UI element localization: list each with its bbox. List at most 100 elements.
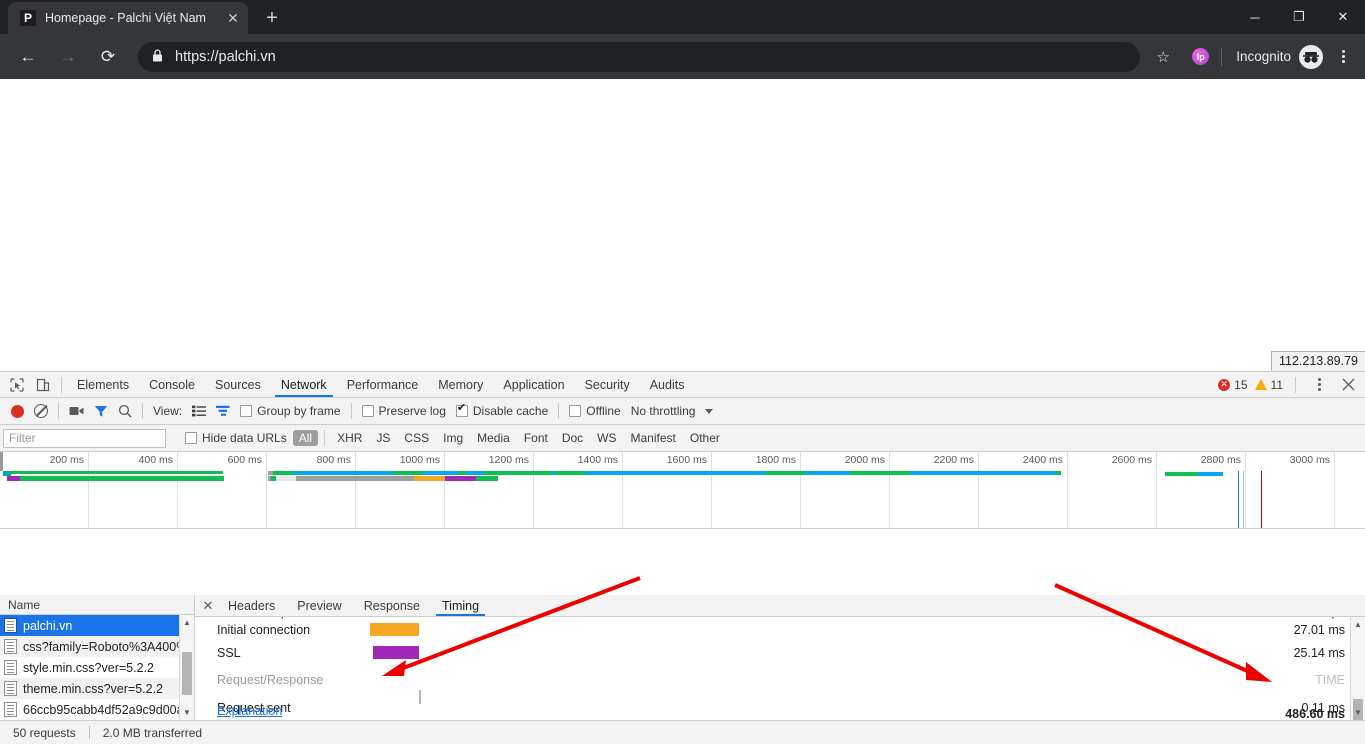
browser-tab[interactable]: P Homepage - Palchi Việt Nam ✕	[8, 2, 248, 34]
name-column-header[interactable]: Name	[0, 595, 194, 615]
bookmark-star-icon[interactable]: ☆	[1148, 42, 1178, 72]
tab-close-icon[interactable]: ✕	[224, 9, 242, 27]
filter-type-other[interactable]: Other	[684, 430, 726, 446]
tab-memory[interactable]: Memory	[428, 372, 493, 397]
throttling-select[interactable]: No throttling	[626, 398, 701, 424]
back-icon[interactable]: ←	[12, 41, 44, 73]
filter-input[interactable]: Filter	[3, 428, 166, 448]
page-viewport: 112.213.89.79	[0, 79, 1365, 371]
tick-label: 1200 ms	[488, 454, 529, 466]
detail-scroll-down-icon[interactable]: ▼	[1351, 705, 1365, 720]
offline-checkbox[interactable]: Offline	[564, 398, 625, 424]
explanation-link[interactable]: Explanation	[217, 704, 282, 718]
tick-label: 1800 ms	[755, 454, 796, 466]
extension-icon[interactable]: lp	[1192, 48, 1210, 65]
timing-total-value: 486.60 ms	[1285, 707, 1345, 720]
tab-security[interactable]: Security	[575, 372, 640, 397]
throttling-caret[interactable]	[700, 398, 718, 424]
detail-close-icon[interactable]: ✕	[199, 595, 217, 616]
preserve-log-checkbox[interactable]: Preserve log	[357, 398, 451, 424]
tick-label: 3000 ms	[1289, 454, 1330, 466]
detail-scroll-up-icon[interactable]: ▲	[1351, 617, 1365, 632]
request-list[interactable]: palchi.vn css?family=Roboto%3A400%. styl…	[0, 615, 194, 720]
toggle-device-toolbar-icon[interactable]	[30, 372, 56, 397]
disable-cache-box	[455, 403, 468, 417]
funnel-icon	[94, 405, 108, 417]
filter-type-ws[interactable]: WS	[591, 430, 622, 446]
tab-audits[interactable]: Audits	[640, 372, 695, 397]
toolbar-divider-1	[58, 403, 59, 419]
search-button[interactable]	[113, 398, 137, 424]
warning-count-badge[interactable]: 11	[1254, 378, 1283, 392]
document-icon	[4, 702, 17, 717]
filter-toggle-button[interactable]	[89, 398, 113, 424]
tab-response[interactable]: Response	[353, 595, 431, 616]
list-item[interactable]: css?family=Roboto%3A400%.	[0, 636, 194, 657]
clear-button[interactable]	[29, 398, 53, 424]
filter-type-img[interactable]: Img	[437, 430, 469, 446]
filter-type-js[interactable]: JS	[370, 430, 396, 446]
filter-type-css[interactable]: CSS	[398, 430, 435, 446]
record-button[interactable]	[6, 398, 29, 424]
view-list-button[interactable]	[187, 398, 211, 424]
tab-response-label: Response	[363, 598, 421, 613]
tab-headers[interactable]: Headers	[217, 595, 286, 616]
scroll-up-arrow-icon[interactable]: ▲	[180, 615, 194, 630]
new-tab-button[interactable]: +	[258, 4, 286, 32]
timing-scrollbar[interactable]: ▲ ▼	[1350, 617, 1365, 744]
tab-timing[interactable]: Timing	[431, 595, 490, 616]
window-controls: ─ ❐ ✕	[1233, 0, 1365, 34]
tab-console[interactable]: Console	[139, 372, 205, 397]
error-count-badge[interactable]: ✕ 15	[1218, 378, 1248, 392]
devtools-close-icon[interactable]	[1335, 372, 1361, 397]
scroll-down-arrow-icon[interactable]: ▼	[180, 705, 194, 720]
filter-type-xhr[interactable]: XHR	[331, 430, 368, 446]
filter-type-all[interactable]: All	[292, 430, 319, 446]
filter-type-manifest[interactable]: Manifest	[625, 430, 682, 446]
filter-type-media[interactable]: Media	[471, 430, 516, 446]
reload-icon[interactable]: ⟳	[92, 41, 124, 73]
tab-application[interactable]: Application	[493, 372, 574, 397]
lock-icon	[152, 48, 163, 65]
devtools-menu-icon[interactable]	[1305, 371, 1333, 399]
view-waterfall-button[interactable]	[211, 398, 235, 424]
forward-icon[interactable]: →	[52, 41, 84, 73]
hide-data-urls-checkbox[interactable]: Hide data URLs	[180, 425, 292, 451]
tab-console-label: Console	[149, 377, 195, 392]
inspect-element-icon[interactable]	[4, 372, 30, 397]
group-by-frame-checkbox[interactable]: Group by frame	[235, 398, 345, 424]
hide-data-urls-label: Hide data URLs	[202, 431, 287, 445]
request-name: palchi.vn	[23, 618, 73, 633]
minimize-button[interactable]: ─	[1233, 0, 1277, 34]
network-overview-timeline[interactable]: 200 ms 400 ms 600 ms 800 ms 1000 ms 1200…	[0, 452, 1365, 529]
tab-sources[interactable]: Sources	[205, 372, 271, 397]
list-item[interactable]: palchi.vn	[0, 615, 194, 636]
browser-toolbar: ← → ⟳ https://palchi.vn ☆ lp Incognito	[0, 34, 1365, 79]
tabbar-divider	[61, 376, 62, 393]
incognito-indicator[interactable]: Incognito	[1236, 44, 1323, 69]
list-item[interactable]: theme.min.css?ver=5.2.2	[0, 678, 194, 699]
browser-menu-icon[interactable]	[1329, 43, 1357, 71]
tab-performance-label: Performance	[346, 377, 419, 392]
list-item[interactable]: 66ccb95cabb4df52a9c9d00a.	[0, 699, 194, 720]
timing-time-header: TIME	[1315, 673, 1345, 687]
tab-performance[interactable]: Performance	[337, 372, 429, 397]
capture-screenshots-button[interactable]	[64, 398, 89, 424]
scrollbar-thumb[interactable]	[182, 652, 192, 695]
tick-label: 1600 ms	[666, 454, 707, 466]
address-bar[interactable]: https://palchi.vn	[138, 41, 1141, 72]
timing-row-ssl: SSL 25.14 ms	[195, 641, 1365, 664]
window-close-button[interactable]: ✕	[1321, 0, 1365, 34]
tab-preview[interactable]: Preview	[286, 595, 352, 616]
timing-value: 25.14 ms	[1293, 645, 1345, 660]
timing-label: SSL	[217, 645, 241, 660]
disable-cache-checkbox[interactable]: Disable cache	[451, 398, 553, 424]
maximize-button[interactable]: ❐	[1277, 0, 1321, 34]
filter-type-doc[interactable]: Doc	[556, 430, 589, 446]
list-item[interactable]: style.min.css?ver=5.2.2	[0, 657, 194, 678]
filter-type-font[interactable]: Font	[518, 430, 554, 446]
tab-network[interactable]: Network	[271, 372, 337, 397]
devtools-panel: Elements Console Sources Network Perform…	[0, 371, 1365, 744]
request-list-scrollbar[interactable]: ▲ ▼	[179, 615, 194, 720]
tab-elements[interactable]: Elements	[67, 372, 139, 397]
